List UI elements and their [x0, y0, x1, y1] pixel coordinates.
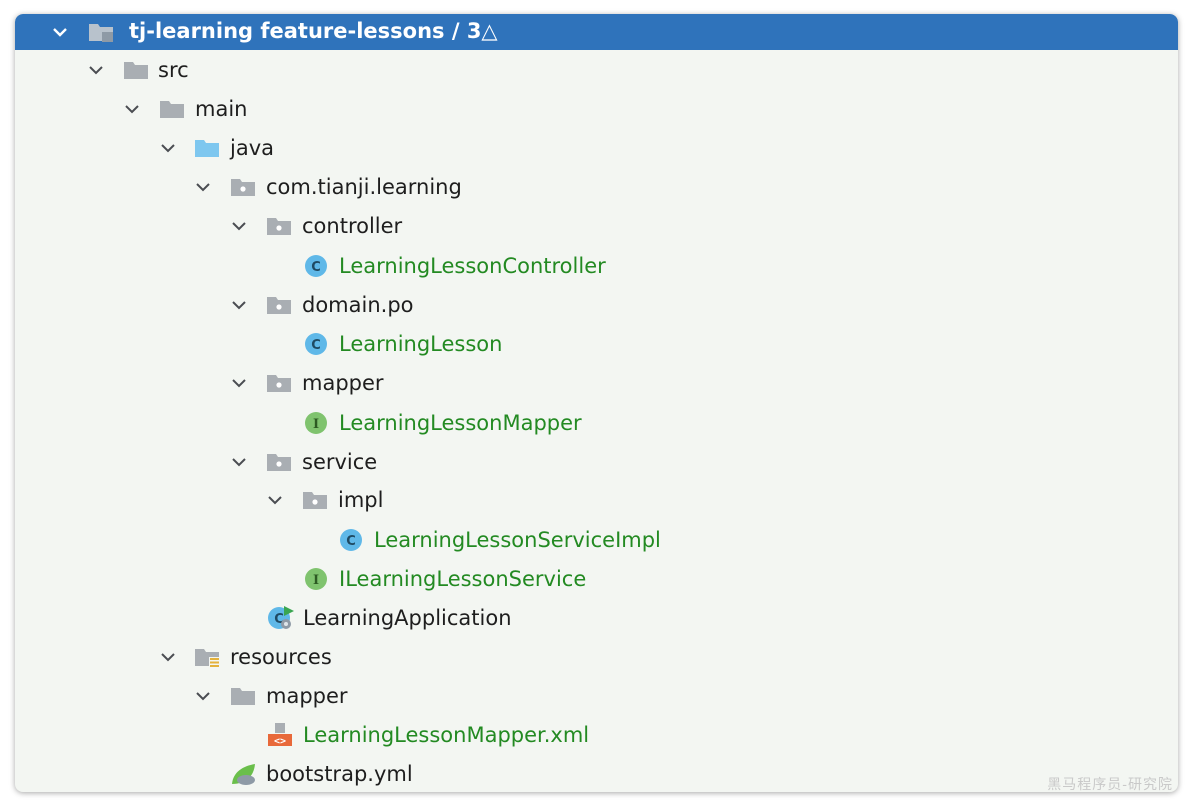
chevron-down-icon[interactable] [228, 294, 250, 316]
tree-node-resources-mapper[interactable]: mapper [15, 677, 1178, 715]
interface-icon [302, 411, 330, 435]
tree-node-impl[interactable]: impl [15, 481, 1178, 519]
tree-node-label: service [302, 450, 378, 474]
tree-node-label: LearningLessonMapper [339, 411, 582, 435]
tree-node-label: controller [302, 214, 403, 238]
chevron-down-icon[interactable] [228, 451, 250, 473]
chevron-down-icon[interactable] [157, 137, 179, 159]
chevron-down-icon[interactable] [228, 372, 250, 394]
tree-node-service-impl-class[interactable]: LearningLessonServiceImpl [15, 521, 1178, 559]
package-icon [265, 450, 293, 474]
tree-node-src[interactable]: src [15, 51, 1178, 89]
tree-node-mapper[interactable]: mapper [15, 364, 1178, 402]
tree-node-service[interactable]: service [15, 443, 1178, 481]
tree-node-domain-class[interactable]: LearningLesson [15, 325, 1178, 363]
chevron-down-icon[interactable] [264, 489, 286, 511]
module-folder-icon [87, 20, 115, 44]
project-tree-panel: tj-learning feature-lessons / 3△ src mai… [15, 14, 1178, 792]
package-icon [229, 175, 257, 199]
resources-folder-icon [193, 645, 221, 669]
tree-node-label: domain.po [302, 293, 414, 317]
xml-file-icon [266, 723, 294, 747]
tree-node-root[interactable]: tj-learning feature-lessons / 3△ [15, 14, 1178, 50]
tree-node-label: LearningLessonController [339, 254, 606, 278]
tree-node-label: impl [338, 488, 384, 512]
chevron-down-icon[interactable] [192, 176, 214, 198]
tree-node-resources[interactable]: resources [15, 638, 1178, 676]
class-icon [302, 254, 330, 278]
package-icon [265, 371, 293, 395]
tree-node-bootstrap-yml[interactable]: bootstrap.yml [15, 755, 1178, 792]
chevron-down-icon[interactable] [157, 646, 179, 668]
tree-node-package-root[interactable]: com.tianji.learning [15, 168, 1178, 206]
folder-icon [229, 684, 257, 708]
interface-icon [302, 567, 330, 591]
tree-node-label: com.tianji.learning [266, 175, 462, 199]
tree-node-label: src [158, 58, 189, 82]
tree-node-controller[interactable]: controller [15, 207, 1178, 245]
tree-node-label: mapper [266, 684, 348, 708]
class-icon [302, 332, 330, 356]
folder-icon [158, 97, 186, 121]
spring-boot-application-icon [267, 606, 295, 630]
chevron-down-icon[interactable] [85, 59, 107, 81]
chevron-down-icon[interactable] [121, 98, 143, 120]
tree-node-label: resources [230, 645, 332, 669]
tree-node-label: ILearningLessonService [339, 567, 587, 591]
tree-node-service-interface[interactable]: ILearningLessonService [15, 560, 1178, 598]
tree-node-main[interactable]: main [15, 90, 1178, 128]
tree-node-label: LearningLesson [339, 332, 503, 356]
tree-node-label: LearningLessonServiceImpl [374, 528, 661, 552]
tree-node-mapper-interface[interactable]: LearningLessonMapper [15, 404, 1178, 442]
tree-node-application-class[interactable]: LearningApplication [15, 599, 1178, 637]
tree-node-domain-po[interactable]: domain.po [15, 286, 1178, 324]
spring-yml-file-icon [229, 762, 257, 786]
tree-node-label: mapper [302, 371, 384, 395]
chevron-down-icon[interactable] [49, 21, 71, 43]
chevron-down-icon[interactable] [228, 215, 250, 237]
package-icon [265, 293, 293, 317]
tree-node-mapper-xml[interactable]: LearningLessonMapper.xml [15, 716, 1178, 754]
tree-node-java[interactable]: java [15, 129, 1178, 167]
watermark: 黑马程序员-研究院 [1047, 777, 1173, 793]
source-folder-icon [193, 136, 221, 160]
chevron-down-icon[interactable] [192, 685, 214, 707]
tree-node-label: tj-learning feature-lessons / 3△ [129, 19, 498, 43]
tree-node-controller-class[interactable]: LearningLessonController [15, 247, 1178, 285]
tree-node-label: main [195, 97, 248, 121]
folder-icon [122, 58, 150, 82]
package-icon [265, 214, 293, 238]
tree-node-label: LearningApplication [303, 606, 512, 630]
package-icon [301, 488, 329, 512]
tree-node-label: bootstrap.yml [266, 762, 413, 786]
class-icon [337, 528, 365, 552]
tree-node-label: LearningLessonMapper.xml [303, 723, 590, 747]
tree-node-label: java [230, 136, 274, 160]
